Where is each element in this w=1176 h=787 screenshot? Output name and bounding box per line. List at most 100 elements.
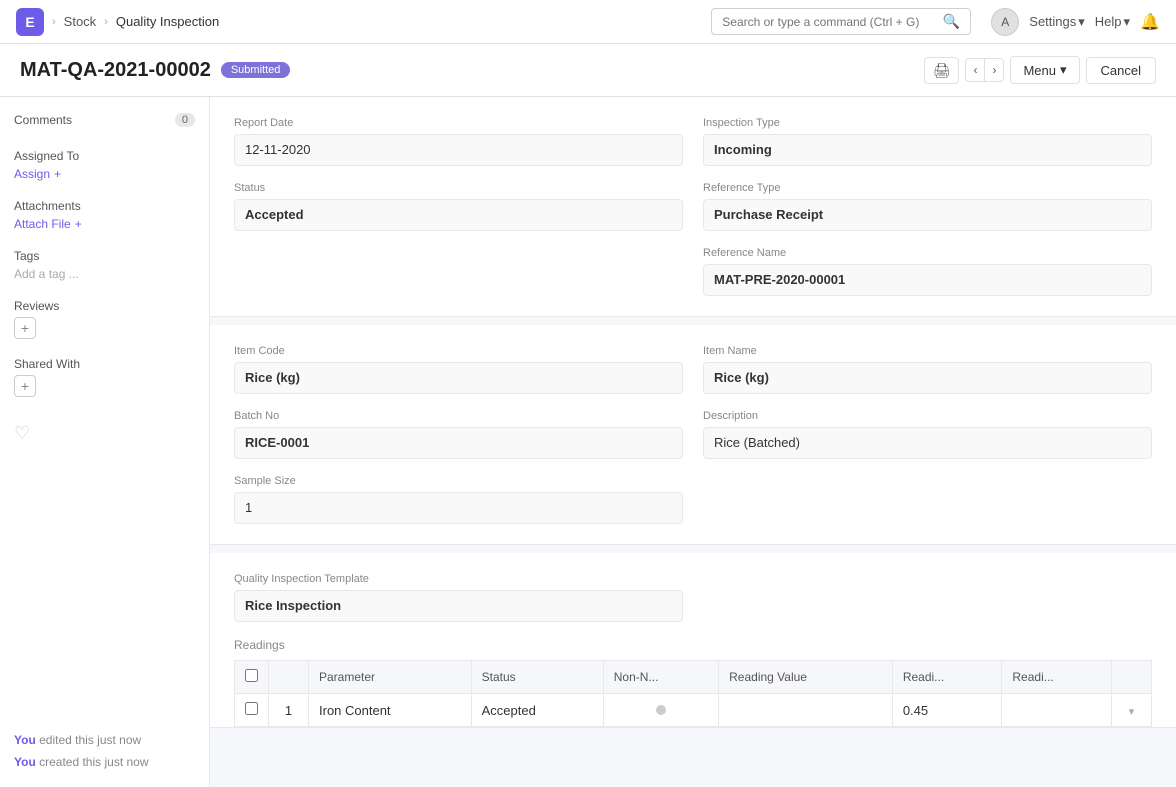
readings-header: Readings xyxy=(234,638,1152,660)
row-non-numeric xyxy=(603,694,718,727)
notification-icon[interactable]: 🔔 xyxy=(1140,12,1160,32)
reviews-label: Reviews xyxy=(14,299,195,313)
settings-button[interactable]: Settings ▾ xyxy=(1029,14,1085,30)
report-date-value: 12-11-2020 xyxy=(234,134,683,166)
row-dropdown[interactable]: ▾ xyxy=(1112,694,1152,727)
basic-info-section: Report Date 12-11-2020 Inspection Type I… xyxy=(210,97,1176,317)
status-value: Accepted xyxy=(234,199,683,231)
nav-right: A Settings ▾ Help ▾ 🔔 xyxy=(991,8,1160,36)
sidebar-comments: Comments 0 xyxy=(14,113,195,131)
th-reading-value: Reading Value xyxy=(719,661,893,694)
add-review-button[interactable]: + xyxy=(14,317,36,339)
th-status: Status xyxy=(471,661,603,694)
breadcrumb-chevron-2: › xyxy=(104,16,108,28)
inspection-type-label: Inspection Type xyxy=(703,117,1152,129)
sidebar-attachments: Attachments Attach File + xyxy=(14,199,195,231)
reference-name-value: MAT-PRE-2020-00001 xyxy=(703,264,1152,296)
spacer xyxy=(703,475,1152,524)
breadcrumb-stock[interactable]: Stock xyxy=(64,14,97,29)
item-info-section: Item Code Rice (kg) Item Name Rice (kg) … xyxy=(210,325,1176,545)
readings-table-head: Parameter Status Non-N... Reading Value … xyxy=(235,661,1152,694)
row-template: Quality Inspection Template Rice Inspect… xyxy=(234,573,1152,622)
sidebar-shared-with: Shared With + xyxy=(14,357,195,397)
reference-name-group: Reference Name MAT-PRE-2020-00001 xyxy=(703,247,1152,296)
item-name-group: Item Name Rice (kg) xyxy=(703,345,1152,394)
doc-title: MAT-QA-2021-00002 Submitted xyxy=(20,59,290,82)
app-icon[interactable]: E xyxy=(16,8,44,36)
row-item-code-name: Item Code Rice (kg) Item Name Rice (kg) xyxy=(234,345,1152,394)
th-parameter: Parameter xyxy=(309,661,472,694)
sidebar-reviews: Reviews + xyxy=(14,299,195,339)
non-numeric-indicator xyxy=(656,705,666,715)
row-dropdown-icon[interactable]: ▾ xyxy=(1129,706,1135,718)
reference-type-label: Reference Type xyxy=(703,182,1152,194)
row-status-reftype: Status Accepted Reference Type Purchase … xyxy=(234,182,1152,231)
row-reading1: 0.45 xyxy=(892,694,1002,727)
item-code-label: Item Code xyxy=(234,345,683,357)
spacer2 xyxy=(703,573,1152,622)
add-shared-button[interactable]: + xyxy=(14,375,36,397)
th-num xyxy=(269,661,309,694)
search-bar[interactable]: 🔍 xyxy=(711,8,971,35)
row-checkbox-cell[interactable] xyxy=(235,694,269,727)
row-refname: Reference Name MAT-PRE-2020-00001 xyxy=(234,247,1152,296)
assign-button[interactable]: Assign + xyxy=(14,167,195,181)
document-id: MAT-QA-2021-00002 xyxy=(20,59,211,82)
row-checkbox[interactable] xyxy=(245,702,258,715)
search-icon: 🔍 xyxy=(943,13,960,30)
row-batch-desc: Batch No RICE-0001 Description Rice (Bat… xyxy=(234,410,1152,459)
shared-with-label: Shared With xyxy=(14,357,195,371)
item-name-label: Item Name xyxy=(703,345,1152,357)
th-actions xyxy=(1112,661,1152,694)
readings-table-body: 1 Iron Content Accepted 0.45 ▾ xyxy=(235,694,1152,727)
th-checkbox xyxy=(235,661,269,694)
description-label: Description xyxy=(703,410,1152,422)
batch-no-value: RICE-0001 xyxy=(234,427,683,459)
top-navigation: E › Stock › Quality Inspection 🔍 A Setti… xyxy=(0,0,1176,44)
row-date-type: Report Date 12-11-2020 Inspection Type I… xyxy=(234,117,1152,166)
template-group: Quality Inspection Template Rice Inspect… xyxy=(234,573,683,622)
print-button[interactable]: 🖨 xyxy=(924,57,960,84)
status-group: Status Accepted xyxy=(234,182,683,231)
add-tag-button[interactable]: Add a tag ... xyxy=(14,267,195,281)
sample-size-label: Sample Size xyxy=(234,475,683,487)
heart-icon[interactable]: ♡ xyxy=(14,423,30,443)
status-badge: Submitted xyxy=(221,62,291,78)
prev-button[interactable]: ‹ xyxy=(965,58,984,82)
breadcrumb-quality-inspection[interactable]: Quality Inspection xyxy=(116,14,219,29)
page-header: MAT-QA-2021-00002 Submitted 🖨 ‹ › Menu▾ … xyxy=(0,44,1176,97)
table-header-row: Parameter Status Non-N... Reading Value … xyxy=(235,661,1152,694)
cancel-button[interactable]: Cancel xyxy=(1086,57,1156,84)
batch-no-group: Batch No RICE-0001 xyxy=(234,410,683,459)
inspection-type-group: Inspection Type Incoming xyxy=(703,117,1152,166)
table-row: 1 Iron Content Accepted 0.45 ▾ xyxy=(235,694,1152,727)
readings-table: Parameter Status Non-N... Reading Value … xyxy=(234,660,1152,727)
edited-text: You edited this just now xyxy=(14,731,195,749)
description-group: Description Rice (Batched) xyxy=(703,410,1152,459)
menu-button[interactable]: Menu▾ xyxy=(1010,56,1079,84)
row-sample: Sample Size 1 xyxy=(234,475,1152,524)
readings-container: Readings Parameter Status Non-N... Readi… xyxy=(234,638,1152,727)
sample-size-value: 1 xyxy=(234,492,683,524)
row-parameter: Iron Content xyxy=(309,694,472,727)
attach-file-button[interactable]: Attach File + xyxy=(14,217,195,231)
report-date-label: Report Date xyxy=(234,117,683,129)
avatar[interactable]: A xyxy=(991,8,1019,36)
item-code-value: Rice (kg) xyxy=(234,362,683,394)
row-num: 1 xyxy=(269,694,309,727)
sidebar: Comments 0 Assigned To Assign + Attachme… xyxy=(0,97,210,787)
attachments-label: Attachments xyxy=(14,199,195,213)
status-label: Status xyxy=(234,182,683,194)
batch-no-label: Batch No xyxy=(234,410,683,422)
help-button[interactable]: Help ▾ xyxy=(1095,14,1130,30)
reference-name-label: Reference Name xyxy=(703,247,1152,259)
select-all-checkbox[interactable] xyxy=(245,669,258,682)
search-input[interactable] xyxy=(722,15,943,29)
assigned-to-label: Assigned To xyxy=(14,149,195,163)
sidebar-assigned-to: Assigned To Assign + xyxy=(14,149,195,181)
next-button[interactable]: › xyxy=(984,58,1004,82)
created-text: You created this just now xyxy=(14,753,195,771)
item-name-value: Rice (kg) xyxy=(703,362,1152,394)
sample-size-group: Sample Size 1 xyxy=(234,475,683,524)
comments-count: 0 xyxy=(175,113,195,127)
